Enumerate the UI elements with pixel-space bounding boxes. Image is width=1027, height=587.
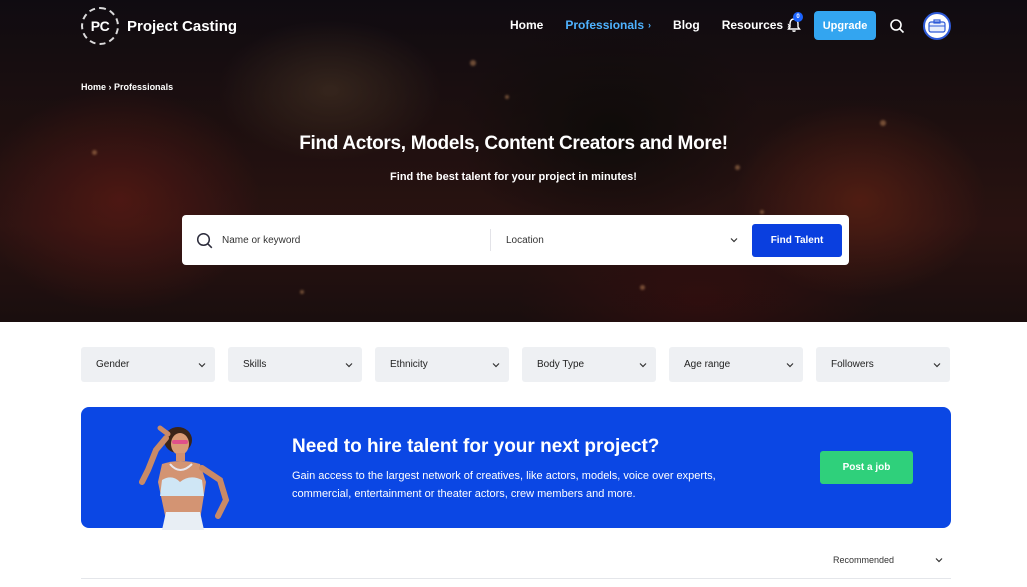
nav-link-professionals[interactable]: Professionals ›	[565, 18, 651, 32]
filter-label: Gender	[96, 359, 130, 370]
logo-text: Project Casting	[127, 17, 238, 35]
breadcrumb-home[interactable]: Home	[81, 82, 106, 92]
nav-link-label: Home	[510, 18, 544, 32]
location-placeholder: Location	[506, 234, 544, 246]
nav-link-blog[interactable]: Blog	[673, 18, 700, 32]
chevron-down-icon	[935, 558, 943, 563]
model-illustration	[139, 425, 230, 530]
filter-label: Body Type	[537, 359, 585, 370]
divider	[81, 578, 951, 579]
filter-body-type[interactable]: Body Type	[522, 347, 656, 382]
promo-title: Need to hire talent for your next projec…	[292, 436, 660, 457]
nav-link-home[interactable]: Home	[510, 18, 543, 32]
search-divider	[490, 229, 491, 251]
chevron-down-icon	[730, 238, 738, 243]
search-icon	[196, 232, 213, 249]
avatar[interactable]	[923, 12, 951, 40]
chevron-down-icon	[345, 362, 353, 367]
filter-followers[interactable]: Followers	[816, 347, 950, 382]
chevron-down-icon	[492, 362, 500, 367]
search-icon[interactable]	[889, 18, 905, 34]
post-job-button[interactable]: Post a job	[820, 451, 913, 484]
location-select[interactable]: Location	[506, 229, 738, 251]
breadcrumb: Home › Professionals	[81, 82, 173, 92]
hero-title: Find Actors, Models, Content Creators an…	[299, 133, 728, 154]
filter-gender[interactable]: Gender	[81, 347, 215, 382]
chevron-right-icon: ›	[648, 20, 652, 30]
top-nav: PC Project Casting Home Professionals › …	[0, 0, 1027, 52]
upgrade-button[interactable]: Upgrade	[814, 11, 876, 40]
chevron-down-icon	[639, 362, 647, 367]
filter-label: Followers	[831, 359, 874, 370]
nav-link-label: Blog	[673, 18, 700, 32]
breadcrumb-current: Professionals	[114, 82, 174, 92]
filter-label: Age range	[684, 359, 731, 370]
sort-selected: Recommended	[833, 555, 895, 565]
chevron-down-icon	[198, 362, 206, 367]
logo-mark: PC	[81, 7, 119, 45]
keyword-input[interactable]	[222, 229, 482, 251]
filter-label: Ethnicity	[390, 359, 428, 370]
nav-link-label: Resources	[721, 18, 784, 32]
notification-badge: 0	[793, 12, 803, 22]
avatar-icon	[928, 19, 946, 33]
hero-subtitle: Find the best talent for your project in…	[390, 171, 637, 183]
promo-text: Gain access to the largest network of cr…	[292, 470, 716, 500]
chevron-down-icon	[933, 362, 941, 367]
logo[interactable]: PC Project Casting	[81, 7, 237, 45]
chevron-down-icon	[786, 362, 794, 367]
breadcrumb-separator: ›	[108, 82, 112, 92]
nav-link-resources[interactable]: Resources ›	[722, 18, 790, 32]
nav-links: Home Professionals › Blog Resources ›	[510, 18, 812, 32]
find-talent-button[interactable]: Find Talent	[752, 224, 842, 257]
filter-skills[interactable]: Skills	[228, 347, 362, 382]
filter-ethnicity[interactable]: Ethnicity	[375, 347, 509, 382]
filter-label: Skills	[243, 359, 267, 370]
filter-age-range[interactable]: Age range	[669, 347, 803, 382]
sort-select[interactable]: Recommended	[833, 555, 943, 565]
nav-link-label: Professionals	[565, 18, 645, 32]
